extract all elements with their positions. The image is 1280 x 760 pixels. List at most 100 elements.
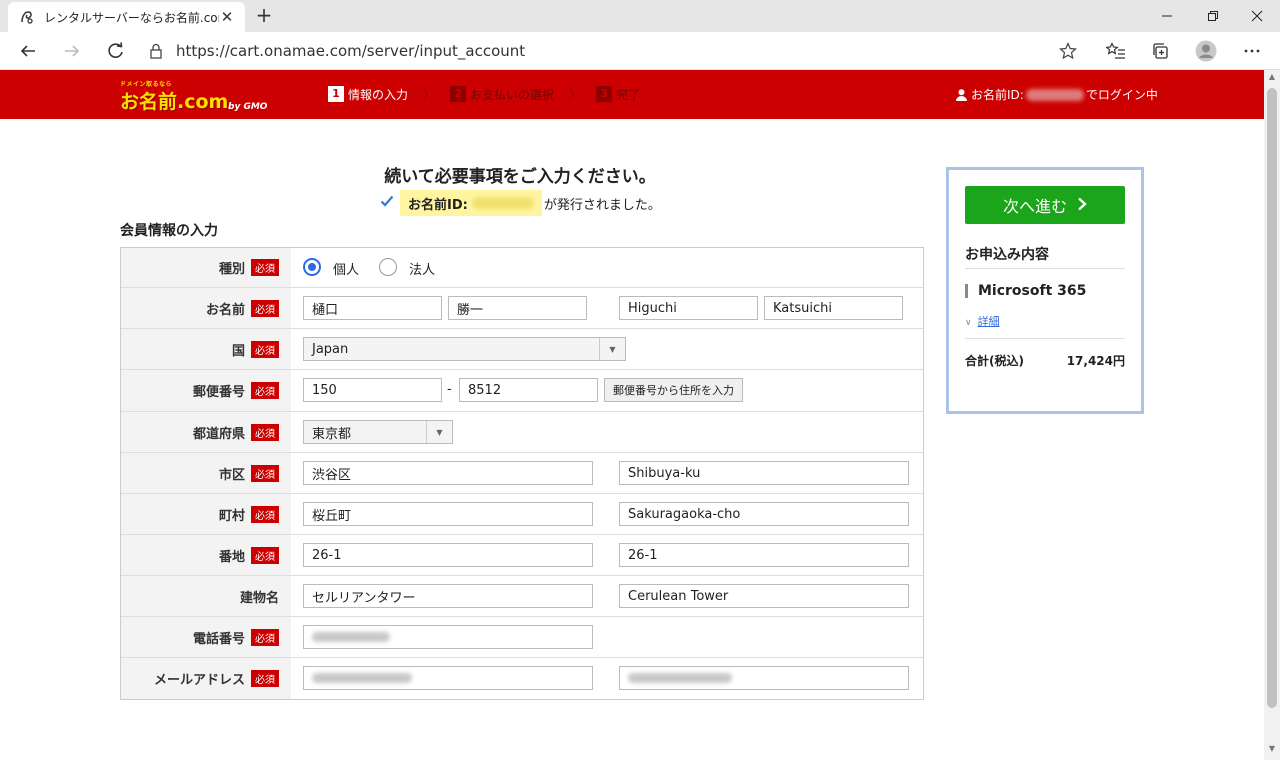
divider <box>965 338 1125 339</box>
row-type: 種別 必須 個人 法人 <box>121 248 923 288</box>
field-label: 市区 必須 <box>121 453 291 493</box>
redacted-phone <box>312 632 390 642</box>
order-title: お申込み内容 <box>965 247 1049 263</box>
required-badge: 必須 <box>251 546 279 564</box>
email-input[interactable] <box>303 666 593 690</box>
scroll-thumb[interactable] <box>1267 88 1277 708</box>
total-value: 17,424円 <box>1066 354 1125 368</box>
window-close-icon[interactable] <box>1234 0 1280 32</box>
field-value: 渋谷区 Shibuya-ku <box>291 453 923 493</box>
email-confirm-input[interactable] <box>619 666 909 690</box>
field-label: 建物名 <box>121 576 291 616</box>
minimize-icon[interactable] <box>1144 0 1190 32</box>
more-menu-icon[interactable] <box>1238 37 1266 65</box>
label-text: 町村 <box>218 508 245 524</box>
last-name-kanji-input[interactable]: 樋口 <box>303 296 442 320</box>
radio-personal[interactable] <box>303 258 321 276</box>
radio-corporate-label[interactable]: 法人 <box>409 259 435 278</box>
zip-lookup-button[interactable]: 郵便番号から住所を入力 <box>604 378 743 402</box>
back-icon[interactable] <box>14 37 42 65</box>
refresh-icon[interactable] <box>102 37 130 65</box>
step-input: 1 情報の入力 〉 <box>328 84 436 104</box>
tab-close-icon[interactable]: ✕ <box>219 8 235 26</box>
member-info-form: 種別 必須 個人 法人 お名前 必須 樋口 勝一 Higuchi Katsuic… <box>120 247 924 700</box>
zip-part2-input[interactable]: 8512 <box>459 378 598 402</box>
profile-avatar-icon[interactable] <box>1192 37 1220 65</box>
new-tab-icon[interactable]: + <box>252 4 276 28</box>
city-jp-input[interactable]: 渋谷区 <box>303 461 593 485</box>
block-jp-input[interactable]: 26-1 <box>303 543 593 567</box>
step-payment: 2 お支払いの選択 〉 <box>450 84 582 104</box>
next-button-label: 次へ進む <box>1002 197 1067 216</box>
label-text: 種別 <box>218 262 245 277</box>
issued-id-highlight: お名前ID: <box>400 190 542 216</box>
field-value: 150 - 8512 郵便番号から住所を入力 <box>291 370 923 411</box>
label-text: お名前 <box>205 302 245 318</box>
country-value: Japan <box>312 341 349 357</box>
scroll-up-icon[interactable]: ▲ <box>1264 72 1280 86</box>
tab-title: レンタルサーバーならお名前.com <box>44 10 219 25</box>
field-label: 郵便番号 必須 <box>121 370 291 411</box>
field-value: セルリアンタワー Cerulean Tower <box>291 576 923 616</box>
field-value: 東京都 ▼ <box>291 412 923 452</box>
detail-link-label: 詳細 <box>977 315 1000 328</box>
field-value <box>291 658 923 699</box>
radio-personal-label[interactable]: 個人 <box>333 259 359 278</box>
phone-input[interactable] <box>303 625 593 649</box>
field-value: 26-1 26-1 <box>291 535 923 575</box>
country-select[interactable]: Japan ▼ <box>303 337 626 361</box>
page-scrollbar[interactable]: ▲ ▼ <box>1264 70 1280 760</box>
prefecture-select[interactable]: 東京都 ▼ <box>303 420 453 444</box>
lock-icon[interactable] <box>144 43 168 59</box>
town-jp-input[interactable]: 桜丘町 <box>303 502 593 526</box>
label-text: 番地 <box>218 549 245 565</box>
building-en-input[interactable]: Cerulean Tower <box>619 584 909 608</box>
checkmark-icon <box>380 195 394 211</box>
address-bar[interactable]: https://cart.onamae.com/server/input_acc… <box>144 36 1090 66</box>
scroll-down-icon[interactable]: ▼ <box>1264 744 1280 758</box>
required-badge: 必須 <box>251 423 279 441</box>
required-badge: 必須 <box>251 628 279 646</box>
first-name-roman-input[interactable]: Katsuichi <box>764 296 903 320</box>
restore-icon[interactable] <box>1190 0 1236 32</box>
url-text: https://cart.onamae.com/server/input_acc… <box>176 42 526 60</box>
field-label: 電話番号 必須 <box>121 617 291 657</box>
row-country: 国 必須 Japan ▼ <box>121 329 923 370</box>
redacted-user-id <box>1025 88 1084 101</box>
building-jp-input[interactable]: セルリアンタワー <box>303 584 593 608</box>
block-en-input[interactable]: 26-1 <box>619 543 909 567</box>
collections-icon[interactable] <box>1146 37 1174 65</box>
chevron-down-icon: ∨ <box>965 318 972 328</box>
redacted-email-confirm <box>628 673 732 683</box>
field-value: Japan ▼ <box>291 329 923 369</box>
page-heading: 続いて必要事項をご入力ください。 <box>384 167 656 187</box>
first-name-kanji-input[interactable]: 勝一 <box>448 296 587 320</box>
field-label: お名前 必須 <box>121 288 291 328</box>
prefecture-value: 東京都 <box>312 426 352 442</box>
town-en-input[interactable]: Sakuragaoka-cho <box>619 502 909 526</box>
divider <box>965 268 1125 269</box>
required-badge: 必須 <box>251 299 279 317</box>
row-prefecture: 都道府県 必須 東京都 ▼ <box>121 412 923 453</box>
required-badge: 必須 <box>251 670 279 687</box>
label-text: 都道府県 <box>192 426 245 442</box>
browser-tab[interactable]: レンタルサーバーならお名前.com ✕ <box>8 2 245 32</box>
row-name: お名前 必須 樋口 勝一 Higuchi Katsuichi <box>121 288 923 329</box>
favorites-list-icon[interactable] <box>1102 37 1130 65</box>
city-en-input[interactable]: Shibuya-ku <box>619 461 909 485</box>
radio-corporate[interactable] <box>379 258 397 276</box>
onamae-logo[interactable]: ドメイン取るなら お名前.com by GMO <box>118 78 268 113</box>
field-value: 樋口 勝一 Higuchi Katsuichi <box>291 288 923 328</box>
step-number: 3 <box>596 86 613 102</box>
step-label: 完了 <box>616 87 641 102</box>
favorite-star-icon[interactable] <box>1054 37 1082 65</box>
logo-text: お名前.com <box>120 91 229 113</box>
next-button[interactable]: 次へ進む <box>965 186 1125 224</box>
last-name-roman-input[interactable]: Higuchi <box>619 296 758 320</box>
zip-part1-input[interactable]: 150 <box>303 378 442 402</box>
site-header: ドメイン取るなら お名前.com by GMO 1 情報の入力 〉 2 お支払い… <box>0 70 1264 119</box>
row-city: 市区 必須 渋谷区 Shibuya-ku <box>121 453 923 494</box>
detail-link[interactable]: ∨ 詳細 <box>965 313 1000 329</box>
required-badge: 必須 <box>251 464 279 482</box>
forward-icon[interactable] <box>58 37 86 65</box>
